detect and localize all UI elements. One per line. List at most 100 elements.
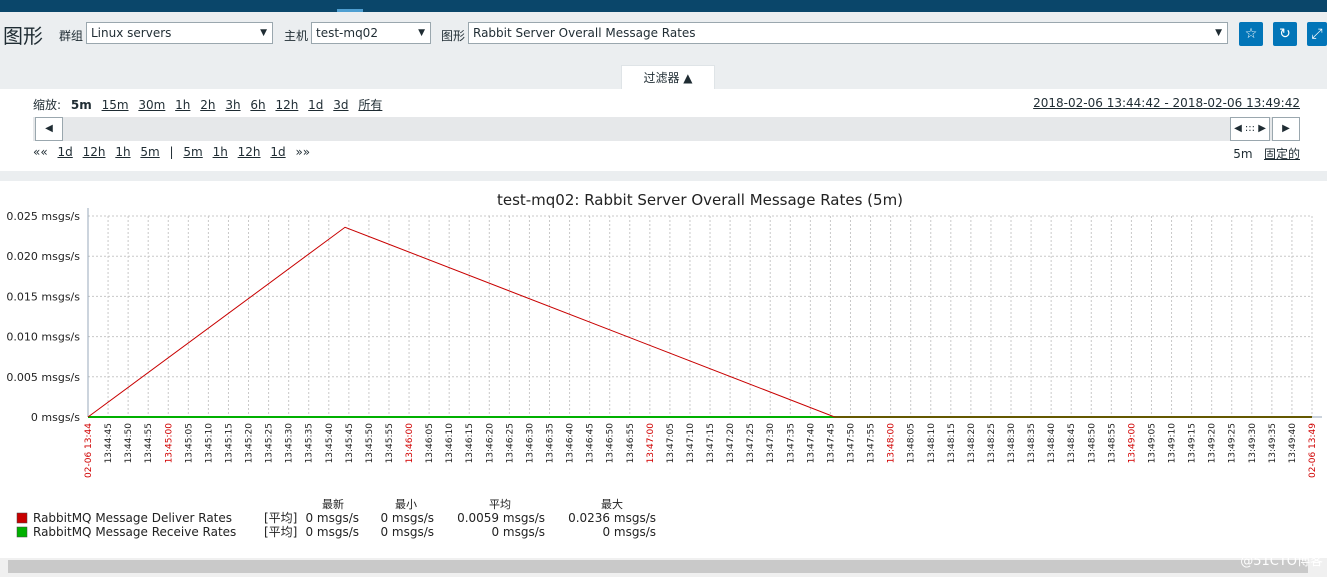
back-5m[interactable]: 5m	[140, 145, 159, 159]
fwd-1h[interactable]: 1h	[213, 145, 228, 159]
host-select-value: test-mq02	[316, 26, 378, 40]
refresh-button[interactable]: ↻	[1273, 22, 1297, 46]
x-tick-label: 13:47:50	[846, 423, 856, 464]
y-tick-label: 0.010 msgs/s	[6, 331, 80, 344]
x-tick-label: 13:46:00	[405, 423, 415, 464]
fullscreen-button[interactable]: ⤢	[1307, 22, 1327, 46]
x-tick-label: 13:47:25	[746, 423, 756, 463]
legend-header: 最大	[601, 497, 623, 511]
x-tick-label: 13:48:40	[1047, 423, 1057, 464]
drag-handle-icon: ◀ ::: ▶	[1234, 123, 1266, 134]
zoom-30m[interactable]: 30m	[138, 98, 165, 112]
zoom-5m[interactable]: 5m	[71, 98, 92, 112]
x-tick-label: 13:46:30	[525, 423, 535, 464]
x-tick-label: 13:44:50	[124, 423, 134, 464]
back-1d[interactable]: 1d	[58, 145, 73, 159]
x-tick-label: 13:45:05	[184, 423, 194, 463]
y-tick-label: 0.005 msgs/s	[6, 371, 80, 384]
x-tick-label: 13:49:25	[1228, 423, 1238, 463]
chart-title: test-mq02: Rabbit Server Overall Message…	[497, 191, 903, 209]
scroll-right-button[interactable]: ▶	[1272, 117, 1300, 141]
x-tick-label: 13:45:30	[285, 423, 295, 464]
period-separator: |	[169, 145, 174, 159]
fwd-1d[interactable]: 1d	[270, 145, 285, 159]
x-tick-label: 13:45:15	[224, 423, 234, 463]
y-tick-label: 0.025 msgs/s	[6, 210, 80, 223]
host-select[interactable]: test-mq02 ▼	[311, 22, 431, 44]
x-tick-label: 13:45:55	[385, 423, 395, 463]
group-select-value: Linux servers	[91, 26, 172, 40]
graph-select[interactable]: Rabbit Server Overall Message Rates ▼	[468, 22, 1228, 44]
zoom-1h[interactable]: 1h	[175, 98, 190, 112]
legend-label: RabbitMQ Message Receive Rates	[33, 525, 236, 539]
slider-handle[interactable]: ◀ ::: ▶	[1230, 117, 1270, 141]
y-tick-label: 0 msgs/s	[31, 411, 80, 424]
scrollbar-thumb[interactable]	[8, 560, 1308, 573]
legend-value: 0 msgs/s	[602, 525, 656, 539]
zoom-6h[interactable]: 6h	[250, 98, 265, 112]
x-tick-label: 13:46:20	[485, 423, 495, 464]
refresh-icon: ↻	[1279, 26, 1291, 42]
x-tick-label: 13:48:00	[887, 423, 897, 464]
zoom-bar: 缩放: 5m 15m 30m 1h 2h 3h 6h 12h 1d 3d 所有	[33, 96, 388, 113]
back-1h[interactable]: 1h	[115, 145, 130, 159]
x-tick-label: 13:47:15	[706, 423, 716, 463]
x-tick-label: 13:47:40	[806, 423, 816, 464]
x-tick-label: 13:45:00	[164, 423, 174, 464]
legend-value: 0.0059 msgs/s	[457, 511, 545, 525]
page-title: 图形	[3, 24, 43, 48]
period-navigation: «« 1d 12h 1h 5m | 5m 1h 12h 1d »»	[33, 145, 316, 159]
legend-value: 0 msgs/s	[491, 525, 545, 539]
x-tick-label: 13:48:30	[1007, 423, 1017, 464]
legend-label: RabbitMQ Message Deliver Rates	[33, 511, 232, 525]
x-tick-label: 13:49:05	[1147, 423, 1157, 463]
arrow-left-icon: ◀	[45, 123, 53, 134]
x-tick-label: 02-06 13:44	[84, 423, 94, 478]
y-tick-label: 0.020 msgs/s	[6, 250, 80, 263]
x-tick-label: 13:48:50	[1087, 423, 1097, 464]
back-12h[interactable]: 12h	[83, 145, 106, 159]
zoom-1d[interactable]: 1d	[308, 98, 323, 112]
x-tick-label: 13:46:10	[445, 423, 455, 464]
x-tick-label: 13:45:20	[245, 423, 255, 464]
x-tick-label: 13:47:05	[666, 423, 676, 463]
x-tick-label: 13:48:35	[1027, 423, 1037, 463]
legend-value: 0 msgs/s	[380, 511, 434, 525]
group-select[interactable]: Linux servers ▼	[86, 22, 273, 44]
x-tick-label: 13:48:15	[947, 423, 957, 463]
x-tick-label: 13:46:05	[425, 423, 435, 463]
fwd-12h[interactable]: 12h	[238, 145, 261, 159]
graph-panel: test-mq02: Rabbit Server Overall Message…	[0, 181, 1327, 558]
favorite-button[interactable]: ☆	[1239, 22, 1263, 46]
x-tick-label: 13:48:20	[967, 423, 977, 464]
x-tick-label: 13:47:00	[646, 423, 656, 464]
fwd-arrows[interactable]: »»	[295, 145, 310, 159]
back-arrows[interactable]: ««	[33, 145, 48, 159]
time-range[interactable]: 2018-02-06 13:44:42 - 2018-02-06 13:49:4…	[1033, 96, 1300, 110]
arrow-right-icon: ▶	[1282, 123, 1290, 134]
zoom-3d[interactable]: 3d	[333, 98, 348, 112]
x-tick-label: 13:45:25	[265, 423, 275, 463]
legend-header: 最新	[322, 497, 344, 511]
x-tick-label: 13:49:30	[1248, 423, 1258, 464]
time-filter-panel: 缩放: 5m 15m 30m 1h 2h 3h 6h 12h 1d 3d 所有 …	[0, 89, 1327, 171]
scroll-left-button[interactable]: ◀	[35, 117, 63, 141]
zoom-15m[interactable]: 15m	[102, 98, 129, 112]
header: 图形 群组 Linux servers ▼ 主机 test-mq02 ▼ 图形 Ra…	[0, 12, 1327, 58]
zoom-2h[interactable]: 2h	[200, 98, 215, 112]
y-tick-label: 0.015 msgs/s	[6, 290, 80, 303]
horizontal-scrollbar[interactable]	[0, 558, 1327, 577]
time-slider[interactable]	[33, 117, 1300, 141]
zoom-12h[interactable]: 12h	[275, 98, 298, 112]
period-status: 5m 固定的	[1233, 145, 1300, 162]
filter-tab[interactable]: 过滤器 ▲	[621, 65, 715, 90]
legend-swatch	[16, 526, 28, 538]
legend-header: 最小	[395, 498, 417, 511]
fwd-5m[interactable]: 5m	[183, 145, 202, 159]
fixed-toggle[interactable]: 固定的	[1264, 147, 1300, 161]
x-tick-label: 13:44:55	[144, 423, 154, 463]
x-tick-label: 13:47:35	[786, 423, 796, 463]
zoom-3h[interactable]: 3h	[225, 98, 240, 112]
zoom-all[interactable]: 所有	[358, 98, 382, 112]
zoom-label: 缩放:	[33, 98, 62, 112]
